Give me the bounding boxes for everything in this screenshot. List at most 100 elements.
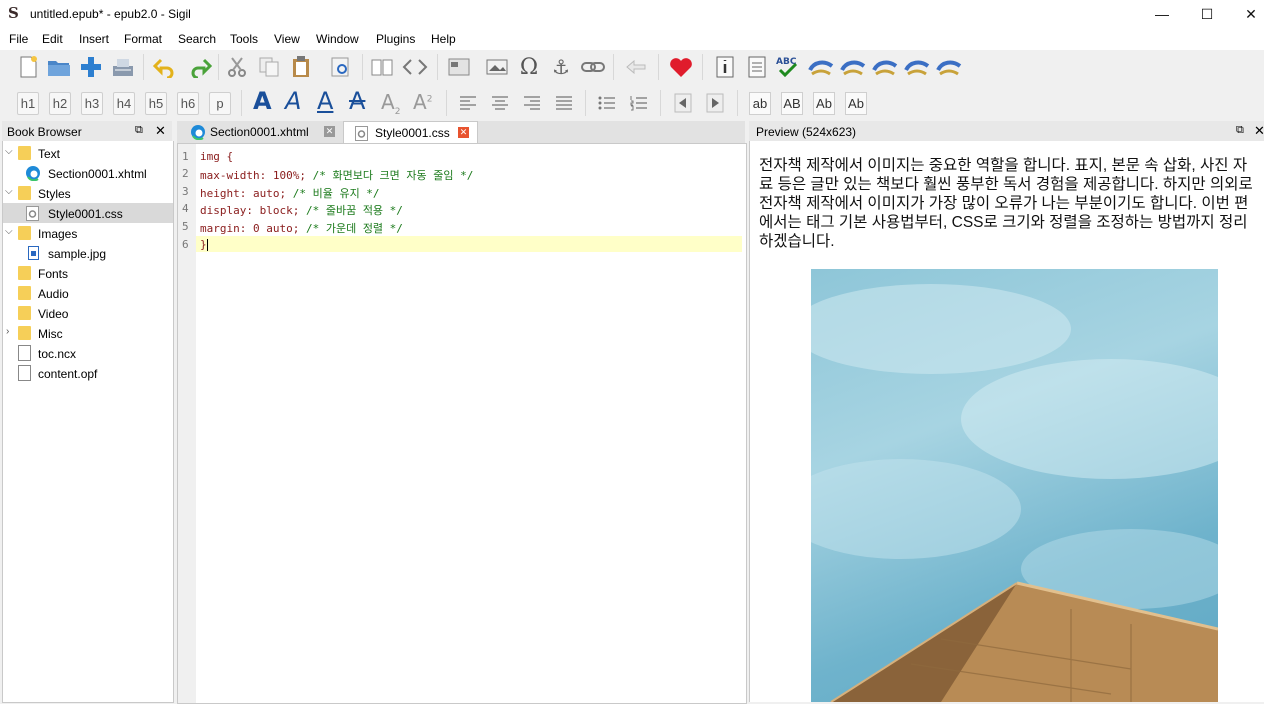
menu-window[interactable]: Window: [316, 32, 359, 46]
maximize-button[interactable]: ☐: [1184, 0, 1230, 28]
minimize-button[interactable]: —: [1139, 0, 1185, 28]
close-tab-icon[interactable]: ✕: [458, 127, 469, 138]
superscript-icon[interactable]: A2: [413, 90, 432, 114]
bullet-list-icon[interactable]: [594, 90, 620, 116]
add-file-icon[interactable]: [78, 54, 104, 80]
undo-icon[interactable]: [152, 54, 178, 80]
code-view-icon[interactable]: [402, 54, 428, 80]
validate-icon-1[interactable]: [808, 54, 834, 80]
strikethrough-icon[interactable]: A: [349, 87, 365, 115]
validate-icon-5[interactable]: [936, 54, 962, 80]
tree-item-styles[interactable]: ⌵ Styles: [3, 183, 173, 203]
increase-indent-icon[interactable]: [702, 90, 728, 116]
back-arrow-icon[interactable]: [623, 54, 649, 80]
float-panel-icon[interactable]: ⧉: [135, 124, 143, 137]
align-right-icon[interactable]: [519, 90, 545, 116]
folder-icon: [18, 226, 31, 240]
window-title: untitled.epub* - epub2.0 - Sigil: [30, 7, 191, 21]
tab-section0001[interactable]: Section0001.xhtml ✕: [185, 121, 342, 143]
uppercase-button[interactable]: AB: [781, 92, 803, 115]
tab-style0001-active[interactable]: Style0001.css ✕: [343, 121, 478, 144]
insert-special-character-icon[interactable]: Ω: [516, 54, 542, 80]
menu-view[interactable]: View: [274, 32, 300, 46]
menu-search[interactable]: Search: [178, 32, 216, 46]
decrease-indent-icon[interactable]: [670, 90, 696, 116]
menu-help[interactable]: Help: [431, 32, 456, 46]
menu-edit[interactable]: Edit: [42, 32, 63, 46]
tree-item-section0001[interactable]: Section0001.xhtml: [3, 163, 173, 183]
metadata-info-icon[interactable]: [712, 54, 738, 80]
find-icon[interactable]: [327, 54, 353, 80]
validate-icon-3[interactable]: [872, 54, 898, 80]
preview-pane[interactable]: 전자책 제작에서 이미지는 중요한 역할을 합니다. 표지, 본문 속 삽화, …: [749, 141, 1264, 702]
close-panel-icon[interactable]: ✕: [155, 123, 166, 139]
menu-insert[interactable]: Insert: [79, 32, 109, 46]
tree-item-misc[interactable]: › Misc: [3, 323, 173, 343]
table-of-contents-icon[interactable]: [744, 54, 770, 80]
validate-icon-2[interactable]: [840, 54, 866, 80]
spellcheck-icon[interactable]: ABC: [775, 54, 801, 80]
paragraph-button[interactable]: p: [209, 92, 231, 115]
redo-icon[interactable]: [187, 54, 213, 80]
tree-item-toc-ncx[interactable]: toc.ncx: [3, 343, 173, 363]
book-view-icon[interactable]: [369, 54, 395, 80]
numbered-list-icon[interactable]: [626, 90, 652, 116]
heading-h6-button[interactable]: h6: [177, 92, 199, 115]
new-file-icon[interactable]: [15, 54, 41, 80]
capitalize-button[interactable]: Ab: [813, 92, 835, 115]
preview-title: Preview (524x623): [756, 125, 857, 139]
tree-item-content-opf[interactable]: content.opf: [3, 363, 173, 383]
tree-item-audio[interactable]: Audio: [3, 283, 173, 303]
code-line: max-width: 100%; /* 화면보다 크면 자동 줄임 */: [200, 167, 473, 183]
tree-item-video[interactable]: Video: [3, 303, 173, 323]
close-panel-icon[interactable]: ✕: [1254, 123, 1264, 139]
tree-item-label: Style0001.css: [48, 207, 123, 221]
open-folder-icon[interactable]: [46, 54, 72, 80]
tree-item-label: Audio: [38, 287, 69, 301]
insert-anchor-icon[interactable]: ⚓: [548, 54, 574, 80]
align-center-icon[interactable]: [487, 90, 513, 116]
expand-caret-icon[interactable]: ⌵: [5, 146, 13, 157]
expand-caret-icon[interactable]: ⌵: [5, 226, 13, 237]
menu-plugins[interactable]: Plugins: [376, 32, 415, 46]
subscript-icon[interactable]: A2: [381, 90, 400, 117]
heading-h1-button[interactable]: h1: [17, 92, 39, 115]
split-icon[interactable]: [446, 54, 472, 80]
cut-icon[interactable]: [224, 54, 250, 80]
menu-format[interactable]: Format: [124, 32, 162, 46]
insert-image-icon[interactable]: [484, 54, 510, 80]
tree-item-style0001-selected[interactable]: Style0001.css: [3, 203, 173, 223]
validate-icon-4[interactable]: [904, 54, 930, 80]
collapsed-caret-icon[interactable]: ›: [6, 326, 9, 337]
tree-item-fonts[interactable]: Fonts: [3, 263, 173, 283]
align-left-icon[interactable]: [455, 90, 481, 116]
tree-item-text[interactable]: ⌵ Text: [3, 143, 173, 163]
menu-tools[interactable]: Tools: [230, 32, 258, 46]
close-window-button[interactable]: ✕: [1228, 0, 1264, 28]
tree-item-sample-jpg[interactable]: sample.jpg: [3, 243, 173, 263]
heading-h5-button[interactable]: h5: [145, 92, 167, 115]
menu-file[interactable]: File: [9, 32, 28, 46]
heading-h2-button[interactable]: h2: [49, 92, 71, 115]
insert-link-icon[interactable]: [580, 54, 606, 80]
file-icon: [18, 345, 31, 361]
save-icon[interactable]: [110, 54, 136, 80]
heading-h4-button[interactable]: h4: [113, 92, 135, 115]
paste-icon[interactable]: [288, 54, 314, 80]
float-panel-icon[interactable]: ⧉: [1236, 124, 1244, 137]
code-editor[interactable]: 1 2 3 4 5 6 img { max-width: 100%; /* 화면…: [177, 143, 747, 704]
tree-item-label: Text: [38, 147, 61, 161]
donate-heart-icon[interactable]: [668, 54, 694, 80]
lowercase-button[interactable]: ab: [749, 92, 771, 115]
copy-icon[interactable]: [256, 54, 282, 80]
italic-icon[interactable]: A: [285, 87, 301, 115]
align-justify-icon[interactable]: [551, 90, 577, 116]
close-tab-icon[interactable]: ✕: [324, 126, 335, 137]
expand-caret-icon[interactable]: ⌵: [5, 186, 13, 197]
bold-icon[interactable]: A: [253, 87, 272, 115]
heading-h3-button[interactable]: h3: [81, 92, 103, 115]
titlecase-button[interactable]: Ab: [845, 92, 867, 115]
tree-item-images[interactable]: ⌵ Images: [3, 223, 173, 243]
underline-icon[interactable]: A: [317, 87, 333, 115]
preview-paragraph: 전자책 제작에서 이미지는 중요한 역할을 합니다. 표지, 본문 속 삽화, …: [759, 157, 1253, 250]
